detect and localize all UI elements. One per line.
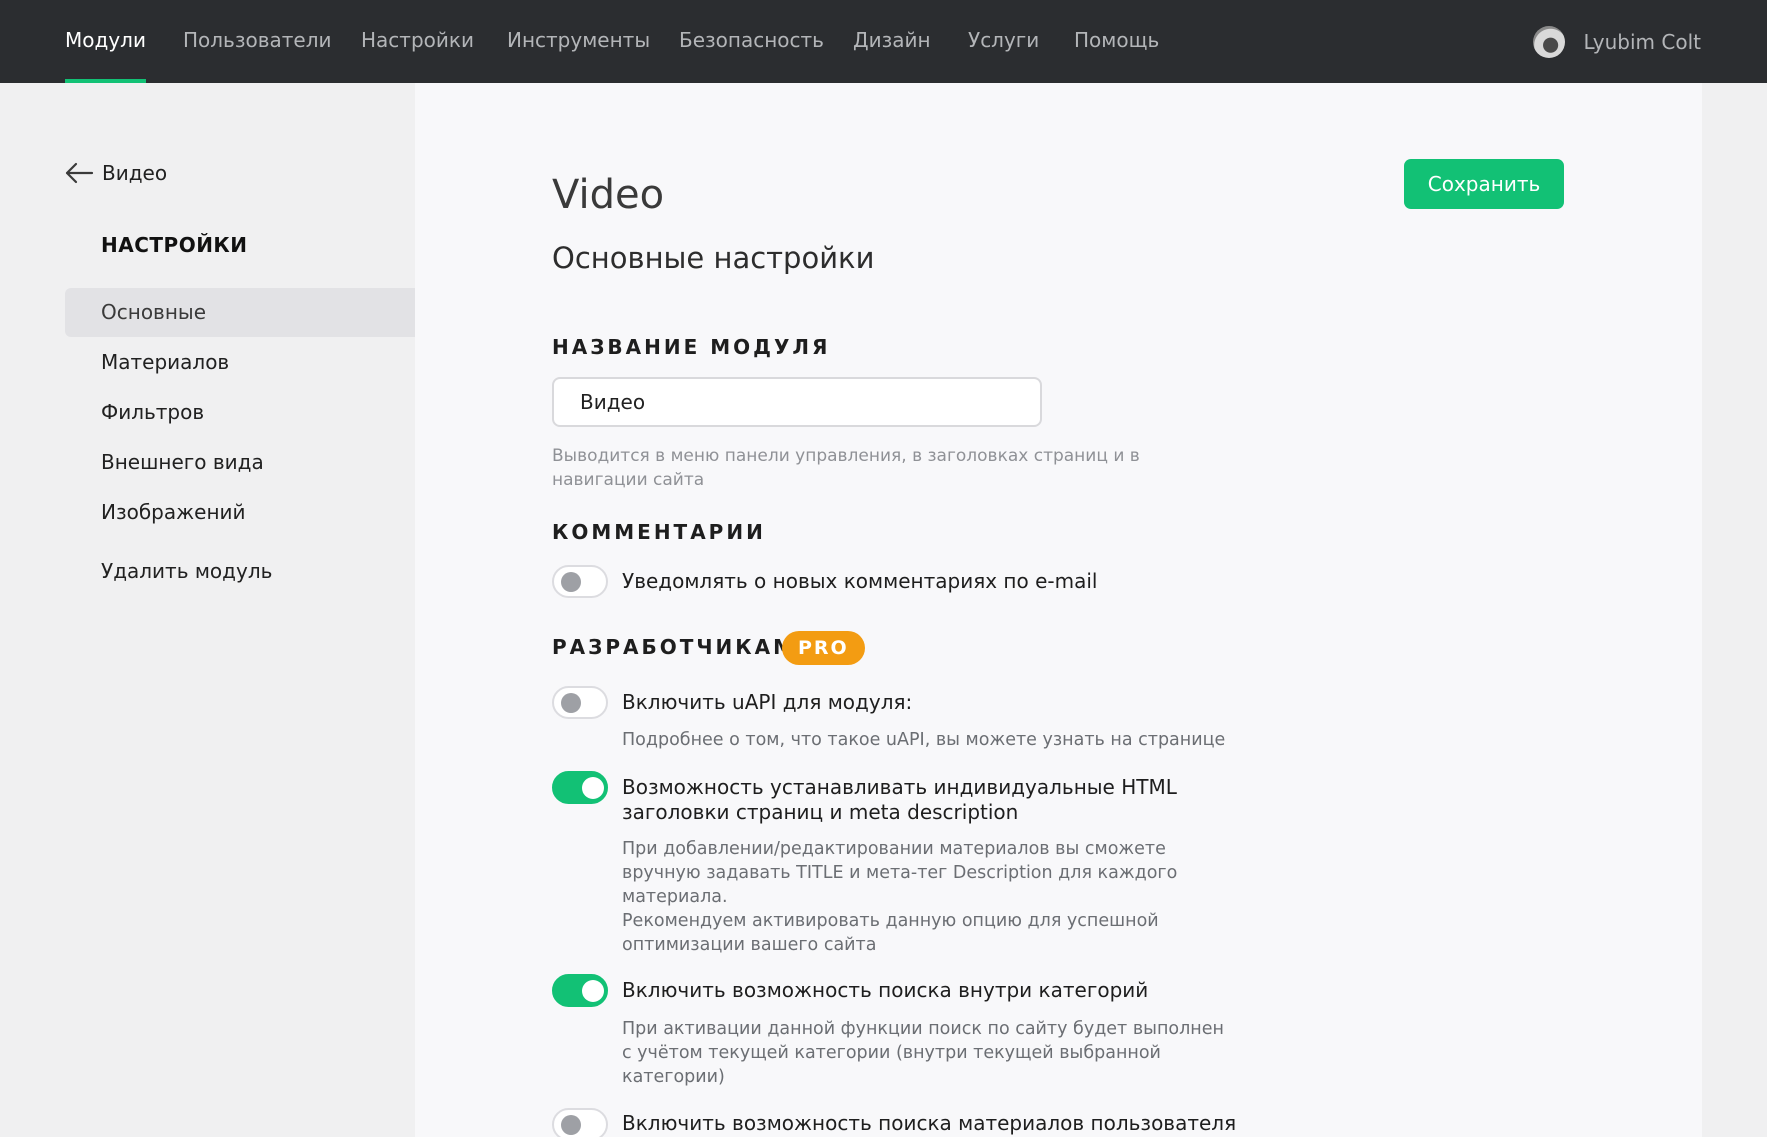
toggle-knob bbox=[561, 1115, 581, 1135]
html-titles-label-line: Возможность устанавливать индивидуальные… bbox=[622, 775, 1177, 799]
back-link[interactable]: Видео bbox=[64, 161, 167, 185]
delete-module-link[interactable]: Удалить модуль bbox=[65, 547, 415, 596]
html-titles-description-line: оптимизации вашего сайта bbox=[622, 935, 877, 955]
html-titles-description-line: материала. bbox=[622, 887, 728, 907]
comments-label: КОММЕНТАРИИ bbox=[552, 520, 766, 544]
module-name-input[interactable] bbox=[552, 377, 1042, 427]
html-titles-description-line: вручную задавать TITLE и мета-тег Descri… bbox=[622, 863, 1178, 883]
uapi-description: Подробнее о том, что такое uAPI, вы може… bbox=[622, 728, 1225, 752]
user-materials-search-toggle[interactable] bbox=[552, 1108, 608, 1137]
user-materials-search-label: Включить возможность поиска материалов п… bbox=[622, 1111, 1236, 1136]
nav-item-help[interactable]: Помощь bbox=[1074, 0, 1159, 83]
nav-item-services[interactable]: Услуги bbox=[968, 0, 1039, 83]
avatar bbox=[1533, 25, 1566, 58]
sidebar-item-images[interactable]: Изображений bbox=[65, 488, 415, 537]
html-titles-toggle[interactable] bbox=[552, 771, 608, 804]
html-titles-label-line: заголовки страниц и meta description bbox=[622, 800, 1019, 824]
user-materials-search-label-line: Включить возможность поиска материалов п… bbox=[622, 1111, 1237, 1135]
html-titles-description: При добавлении/редактировании материалов… bbox=[622, 837, 1177, 957]
sidebar-item-filters[interactable]: Фильтров bbox=[65, 388, 415, 437]
pro-badge: PRO bbox=[782, 631, 865, 665]
notify-comments-toggle[interactable] bbox=[552, 565, 608, 598]
toggle-knob bbox=[561, 572, 581, 592]
toggle-knob bbox=[582, 777, 604, 799]
user-name: Lyubim Colt bbox=[1583, 29, 1701, 54]
html-titles-description-line: Рекомендуем активировать данную опцию дл… bbox=[622, 911, 1159, 931]
module-name-hint-line: навигации сайта bbox=[552, 470, 705, 490]
sidebar-item-appearance[interactable]: Внешнего вида bbox=[65, 438, 415, 487]
nav-item-security[interactable]: Безопасность bbox=[679, 0, 824, 83]
sidebar-item-general[interactable]: Основные bbox=[65, 288, 415, 337]
back-link-label: Видео bbox=[102, 161, 168, 185]
section-title: Основные настройки bbox=[552, 241, 875, 275]
sidebar-item-materials[interactable]: Материалов bbox=[65, 338, 415, 387]
uapi-toggle[interactable] bbox=[552, 686, 608, 719]
nav-item-design[interactable]: Дизайн bbox=[853, 0, 931, 83]
html-titles-description-line: При добавлении/редактировании материалов… bbox=[622, 839, 1166, 859]
save-button[interactable]: Сохранить bbox=[1404, 159, 1564, 209]
sidebar-heading: НАСТРОЙКИ bbox=[101, 233, 248, 257]
module-name-hint: Выводится в меню панели управления, в за… bbox=[552, 444, 1140, 492]
uapi-description-line: Подробнее о том, что такое uAPI, вы може… bbox=[622, 730, 1226, 750]
category-search-label-line: Включить возможность поиска внутри катег… bbox=[622, 978, 1149, 1002]
sidebar: Видео НАСТРОЙКИ Основные Материалов Филь… bbox=[0, 83, 415, 1137]
category-search-description-line: категории) bbox=[622, 1067, 725, 1087]
html-titles-label: Возможность устанавливать индивидуальные… bbox=[622, 775, 1177, 825]
top-navigation-bar: Модули Пользователи Настройки Инструмент… bbox=[0, 0, 1767, 83]
category-search-toggle[interactable] bbox=[552, 974, 608, 1007]
category-search-description-line: с учётом текущей категории (внутри текущ… bbox=[622, 1043, 1161, 1063]
module-name-label: НАЗВАНИЕ МОДУЛЯ bbox=[552, 335, 831, 359]
toggle-knob bbox=[561, 693, 581, 713]
nav-item-tools[interactable]: Инструменты bbox=[507, 0, 650, 83]
toggle-knob bbox=[582, 980, 604, 1002]
category-search-description: При активации данной функции поиск по са… bbox=[622, 1017, 1224, 1089]
nav-item-settings[interactable]: Настройки bbox=[361, 0, 474, 83]
right-gutter bbox=[1702, 83, 1767, 1137]
category-search-description-line: При активации данной функции поиск по са… bbox=[622, 1019, 1224, 1039]
user-menu[interactable]: Lyubim Colt bbox=[1533, 0, 1701, 83]
arrow-left-icon bbox=[65, 162, 94, 184]
uapi-label-line: Включить uAPI для модуля: bbox=[622, 690, 913, 714]
nav-item-users[interactable]: Пользователи bbox=[183, 0, 332, 83]
main-panel: Video Основные настройки Сохранить НАЗВА… bbox=[415, 83, 1702, 1137]
module-name-hint-line: Выводится в меню панели управления, в за… bbox=[552, 446, 1140, 466]
category-search-label: Включить возможность поиска внутри катег… bbox=[622, 978, 1148, 1003]
notify-comments-label: Уведомлять о новых комментариях по e-mai… bbox=[622, 569, 1098, 593]
uapi-label: Включить uAPI для модуля: bbox=[622, 690, 912, 715]
developers-label: РАЗРАБОТЧИКАМ bbox=[552, 635, 796, 659]
page-title: Video bbox=[552, 172, 665, 218]
nav-item-modules[interactable]: Модули bbox=[65, 0, 146, 83]
